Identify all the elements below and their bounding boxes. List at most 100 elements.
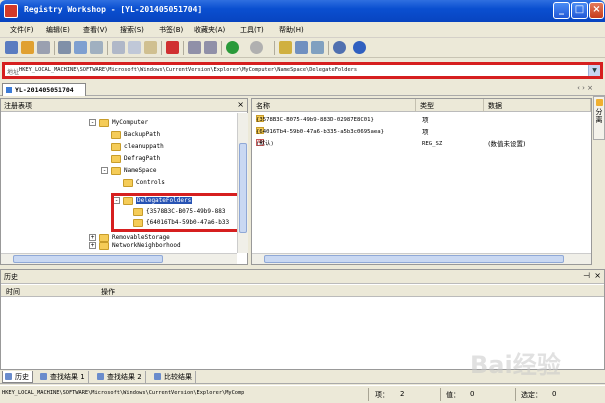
tree-item[interactable]: Controls — [123, 178, 165, 189]
forward-icon[interactable] — [250, 41, 263, 54]
side-panel-tab[interactable]: 分离 — [593, 96, 605, 140]
history-title: 历史 — [4, 273, 18, 281]
column-header-name[interactable]: 名称 — [252, 99, 416, 112]
back-icon[interactable] — [226, 41, 239, 54]
menu-file[interactable]: 文件(F) — [10, 25, 34, 35]
document-tabs: YL-201405051704 ‹ › × — [0, 82, 605, 96]
folder-icon — [111, 166, 121, 175]
values-horizontal-scrollbar[interactable] — [252, 253, 591, 264]
table-row[interactable]: {3578B3C-B075-49b9-883D-02987E8C01} 项 — [252, 115, 591, 126]
status-selected-value: 0 — [552, 390, 557, 398]
menu-view[interactable]: 查看(V) — [83, 25, 107, 35]
folder-icon — [99, 241, 109, 250]
folder-icon — [123, 178, 133, 187]
column-header-data[interactable]: 数据 — [484, 99, 591, 112]
maximize-button[interactable]: □ — [571, 2, 588, 19]
menu-bar: 文件(F) 编辑(E) 查看(V) 搜索(S) 书签(B) 收藏夹(A) 工具(… — [0, 22, 605, 38]
up-folder-icon[interactable] — [279, 41, 292, 54]
status-selected-label: 选定： — [521, 391, 542, 399]
favorites-icon[interactable] — [311, 41, 324, 54]
tree-horizontal-scrollbar[interactable] — [1, 253, 237, 264]
close-icon[interactable]: × — [594, 271, 601, 280]
cut-icon[interactable] — [112, 41, 125, 54]
compare-icon — [154, 373, 161, 380]
tree-pane-title: 注册表项 — [4, 102, 32, 110]
tab-find-results-2[interactable]: 查找结果 2 — [95, 371, 146, 383]
redo-icon[interactable] — [204, 41, 217, 54]
status-values-value: 0 — [470, 390, 475, 398]
status-path: HKEY_LOCAL_MACHINE\SOFTWARE\Microsoft\Wi… — [2, 390, 245, 396]
menu-favorites[interactable]: 收藏夹(A) — [194, 25, 225, 35]
column-header-type[interactable]: 类型 — [416, 99, 484, 112]
tree-item[interactable]: + NetworkNeighborhood — [89, 241, 181, 252]
column-header-action[interactable]: 操作 — [101, 287, 115, 297]
undo-icon[interactable] — [188, 41, 201, 54]
print-icon[interactable] — [90, 41, 103, 54]
export-icon[interactable] — [58, 41, 71, 54]
folder-icon — [111, 154, 121, 163]
menu-edit[interactable]: 编辑(E) — [46, 25, 70, 35]
history-pane-header: 历史 ⊣ × — [1, 270, 604, 284]
paste-icon[interactable] — [144, 41, 157, 54]
folder-icon — [111, 130, 121, 139]
close-icon[interactable]: × — [237, 100, 244, 109]
search-icon — [40, 373, 47, 380]
tree-item[interactable]: BackupPath — [111, 130, 160, 141]
tab-scroll-controls[interactable]: ‹ › × — [577, 84, 593, 92]
save-icon[interactable] — [37, 41, 50, 54]
menu-help[interactable]: 帮助(H) — [279, 25, 304, 35]
address-input[interactable]: HKEY_LOCAL_MACHINE\SOFTWARE\Microsoft\Wi… — [19, 67, 357, 73]
search-icon — [97, 373, 104, 380]
status-items-value: 2 — [400, 390, 405, 398]
expand-icon[interactable]: + — [89, 234, 96, 241]
watermark: Bai经验 — [470, 351, 561, 379]
table-row[interactable]: {64016Tb4-59b0-47a6-b335-a5b3c0695aea} 项 — [252, 127, 591, 138]
find-icon[interactable] — [295, 41, 308, 54]
tab-history[interactable]: 历史 — [2, 371, 33, 383]
tab-label: YL-201405051704 — [15, 86, 74, 94]
table-row[interactable]: ab (默认) REG_SZ (数值未设置) — [252, 139, 591, 150]
tree-item[interactable]: - NameSpace — [101, 166, 157, 177]
collapse-icon[interactable]: - — [101, 167, 108, 174]
expand-icon[interactable]: + — [89, 242, 96, 249]
menu-tools[interactable]: 工具(T) — [240, 25, 264, 35]
tree-vertical-scrollbar[interactable] — [237, 113, 248, 253]
menu-bookmarks[interactable]: 书签(B) — [159, 25, 183, 35]
status-bar: HKEY_LOCAL_MACHINE\SOFTWARE\Microsoft\Wi… — [0, 385, 605, 403]
refresh-icon[interactable] — [333, 41, 346, 54]
status-values-label: 值： — [446, 391, 460, 399]
folder-icon — [99, 118, 109, 127]
tree-item[interactable]: - MyComputer — [89, 118, 148, 129]
pin-icon[interactable]: ⊣ — [583, 271, 590, 280]
folder-icon — [111, 142, 121, 151]
tree-item[interactable]: DefragPath — [111, 154, 160, 165]
minimize-button[interactable]: _ — [553, 2, 570, 19]
close-button[interactable]: × — [589, 2, 604, 19]
tab-find-results-1[interactable]: 查找结果 1 — [38, 371, 89, 383]
tab-registry-document[interactable]: YL-201405051704 — [2, 83, 86, 96]
import-icon[interactable] — [74, 41, 87, 54]
address-bar[interactable]: 地址 HKEY_LOCAL_MACHINE\SOFTWARE\Microsoft… — [2, 62, 603, 79]
pin-icon — [595, 99, 603, 106]
menu-search[interactable]: 搜索(S) — [120, 25, 144, 35]
history-column-headers: 时间 操作 — [1, 285, 604, 297]
collapse-icon[interactable]: - — [89, 119, 96, 126]
registry-tree-pane: 注册表项 × - MyComputer BackupPath cleanuppat… — [0, 98, 248, 265]
computer-icon — [6, 87, 12, 93]
tab-compare-results[interactable]: 比较结果 — [152, 371, 196, 383]
delete-icon[interactable] — [166, 41, 179, 54]
toolbar — [0, 38, 605, 58]
status-items-label: 项： — [375, 391, 389, 399]
copy-icon[interactable] — [128, 41, 141, 54]
column-header-time[interactable]: 时间 — [6, 287, 20, 297]
help-icon[interactable] — [353, 41, 366, 54]
tree-item[interactable]: cleanuppath — [111, 142, 164, 153]
title-bar[interactable]: Registry Workshop - [YL-20140505170​4] _… — [0, 0, 605, 22]
open-icon[interactable] — [21, 41, 34, 54]
address-label: 地址 — [7, 69, 20, 76]
connect-icon[interactable] — [5, 41, 18, 54]
chevron-down-icon[interactable]: ▼ — [588, 65, 600, 76]
side-tab-label: 分离 — [595, 108, 603, 124]
window-title: Registry Workshop - [YL-20140505170​4] — [24, 5, 203, 14]
annotation-highlight — [111, 193, 244, 232]
